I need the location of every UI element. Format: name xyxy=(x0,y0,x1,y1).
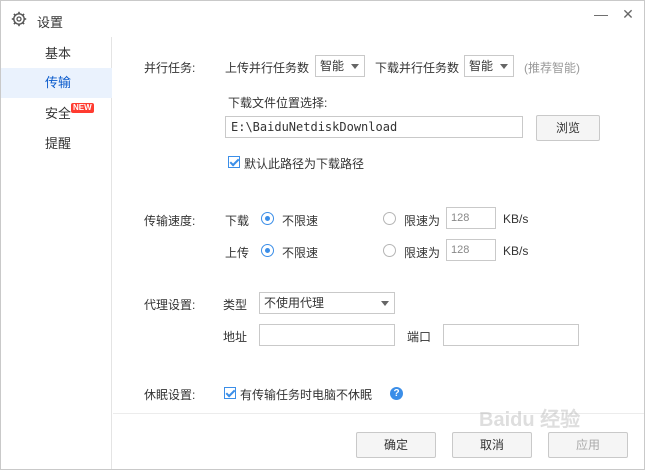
upload-unlimited-radio[interactable] xyxy=(261,244,274,257)
chevron-down-icon xyxy=(351,64,359,69)
download-path-input[interactable]: E:\BaiduNetdiskDownload xyxy=(225,116,523,138)
close-button[interactable]: ✕ xyxy=(619,5,637,23)
chevron-down-icon xyxy=(500,64,508,69)
watermark: Baidu 经验 xyxy=(479,409,581,431)
download-limit-label: 限速为 xyxy=(404,214,441,228)
upload-parallel-label: 上传并行任务数 xyxy=(225,61,310,75)
proxy-address-label: 地址 xyxy=(223,330,248,344)
sleep-section-label: 休眠设置: xyxy=(144,388,196,402)
upload-unit-label: KB/s xyxy=(503,244,529,258)
sidebar-item-security[interactable]: 安全 NEW xyxy=(1,99,112,129)
sidebar-item-transfer[interactable]: 传输 xyxy=(1,68,112,98)
settings-window: 设置 — ✕ 基本 传输 安全 NEW 提醒 并行任务: 上传并行任务数 智能 … xyxy=(0,0,645,470)
new-badge: NEW xyxy=(71,103,94,113)
no-sleep-label: 有传输任务时电脑不休眠 xyxy=(240,388,373,402)
sidebar-item-label: 提醒 xyxy=(45,136,72,151)
sidebar-item-label: 传输 xyxy=(45,75,72,90)
proxy-address-input[interactable] xyxy=(259,324,395,346)
download-unlimited-label: 不限速 xyxy=(282,214,319,228)
upload-parallel-select[interactable]: 智能 xyxy=(315,55,365,77)
download-parallel-select[interactable]: 智能 xyxy=(464,55,514,77)
upload-limit-input[interactable]: 128 xyxy=(446,239,496,261)
sidebar-item-reminder[interactable]: 提醒 xyxy=(1,129,112,159)
proxy-port-label: 端口 xyxy=(407,330,432,344)
download-limit-radio[interactable] xyxy=(383,212,396,225)
default-path-label: 默认此路径为下载路径 xyxy=(244,157,365,171)
window-title: 设置 xyxy=(37,15,64,30)
chevron-down-icon xyxy=(381,301,389,306)
cancel-button[interactable]: 取消 xyxy=(452,432,532,458)
download-unit-label: KB/s xyxy=(503,212,529,226)
browse-button[interactable]: 浏览 xyxy=(536,115,600,141)
download-parallel-value: 智能 xyxy=(469,59,494,73)
apply-button[interactable]: 应用 xyxy=(548,432,628,458)
download-location-label: 下载文件位置选择: xyxy=(228,96,328,110)
download-limit-input[interactable]: 128 xyxy=(446,207,496,229)
upload-limit-radio[interactable] xyxy=(383,244,396,257)
proxy-section-label: 代理设置: xyxy=(144,298,196,312)
default-path-checkbox[interactable] xyxy=(228,156,240,168)
sidebar-item-label: 安全 xyxy=(45,106,72,121)
proxy-type-label: 类型 xyxy=(223,298,248,312)
sidebar-item-label: 基本 xyxy=(45,46,72,61)
ok-button[interactable]: 确定 xyxy=(356,432,436,458)
upload-speed-label: 上传 xyxy=(225,246,250,260)
help-icon[interactable]: ? xyxy=(390,387,403,400)
download-unlimited-radio[interactable] xyxy=(261,212,274,225)
proxy-type-select[interactable]: 不使用代理 xyxy=(259,292,395,314)
proxy-port-input[interactable] xyxy=(443,324,579,346)
speed-section-label: 传输速度: xyxy=(144,214,196,228)
parallel-section-label: 并行任务: xyxy=(144,61,196,75)
sidebar-item-basic[interactable]: 基本 xyxy=(1,39,112,69)
upload-parallel-value: 智能 xyxy=(320,59,345,73)
sidebar: 基本 传输 安全 NEW 提醒 xyxy=(1,37,112,469)
download-speed-label: 下载 xyxy=(225,214,250,228)
upload-limit-label: 限速为 xyxy=(404,246,441,260)
download-parallel-label: 下载并行任务数 xyxy=(375,61,460,75)
title-bar: 设置 — ✕ xyxy=(1,1,644,37)
gear-icon xyxy=(11,11,27,27)
parallel-hint: (推荐智能) xyxy=(524,61,580,75)
no-sleep-checkbox[interactable] xyxy=(224,387,236,399)
proxy-type-value: 不使用代理 xyxy=(264,296,325,310)
upload-unlimited-label: 不限速 xyxy=(282,246,319,260)
minimize-button[interactable]: — xyxy=(592,5,610,23)
